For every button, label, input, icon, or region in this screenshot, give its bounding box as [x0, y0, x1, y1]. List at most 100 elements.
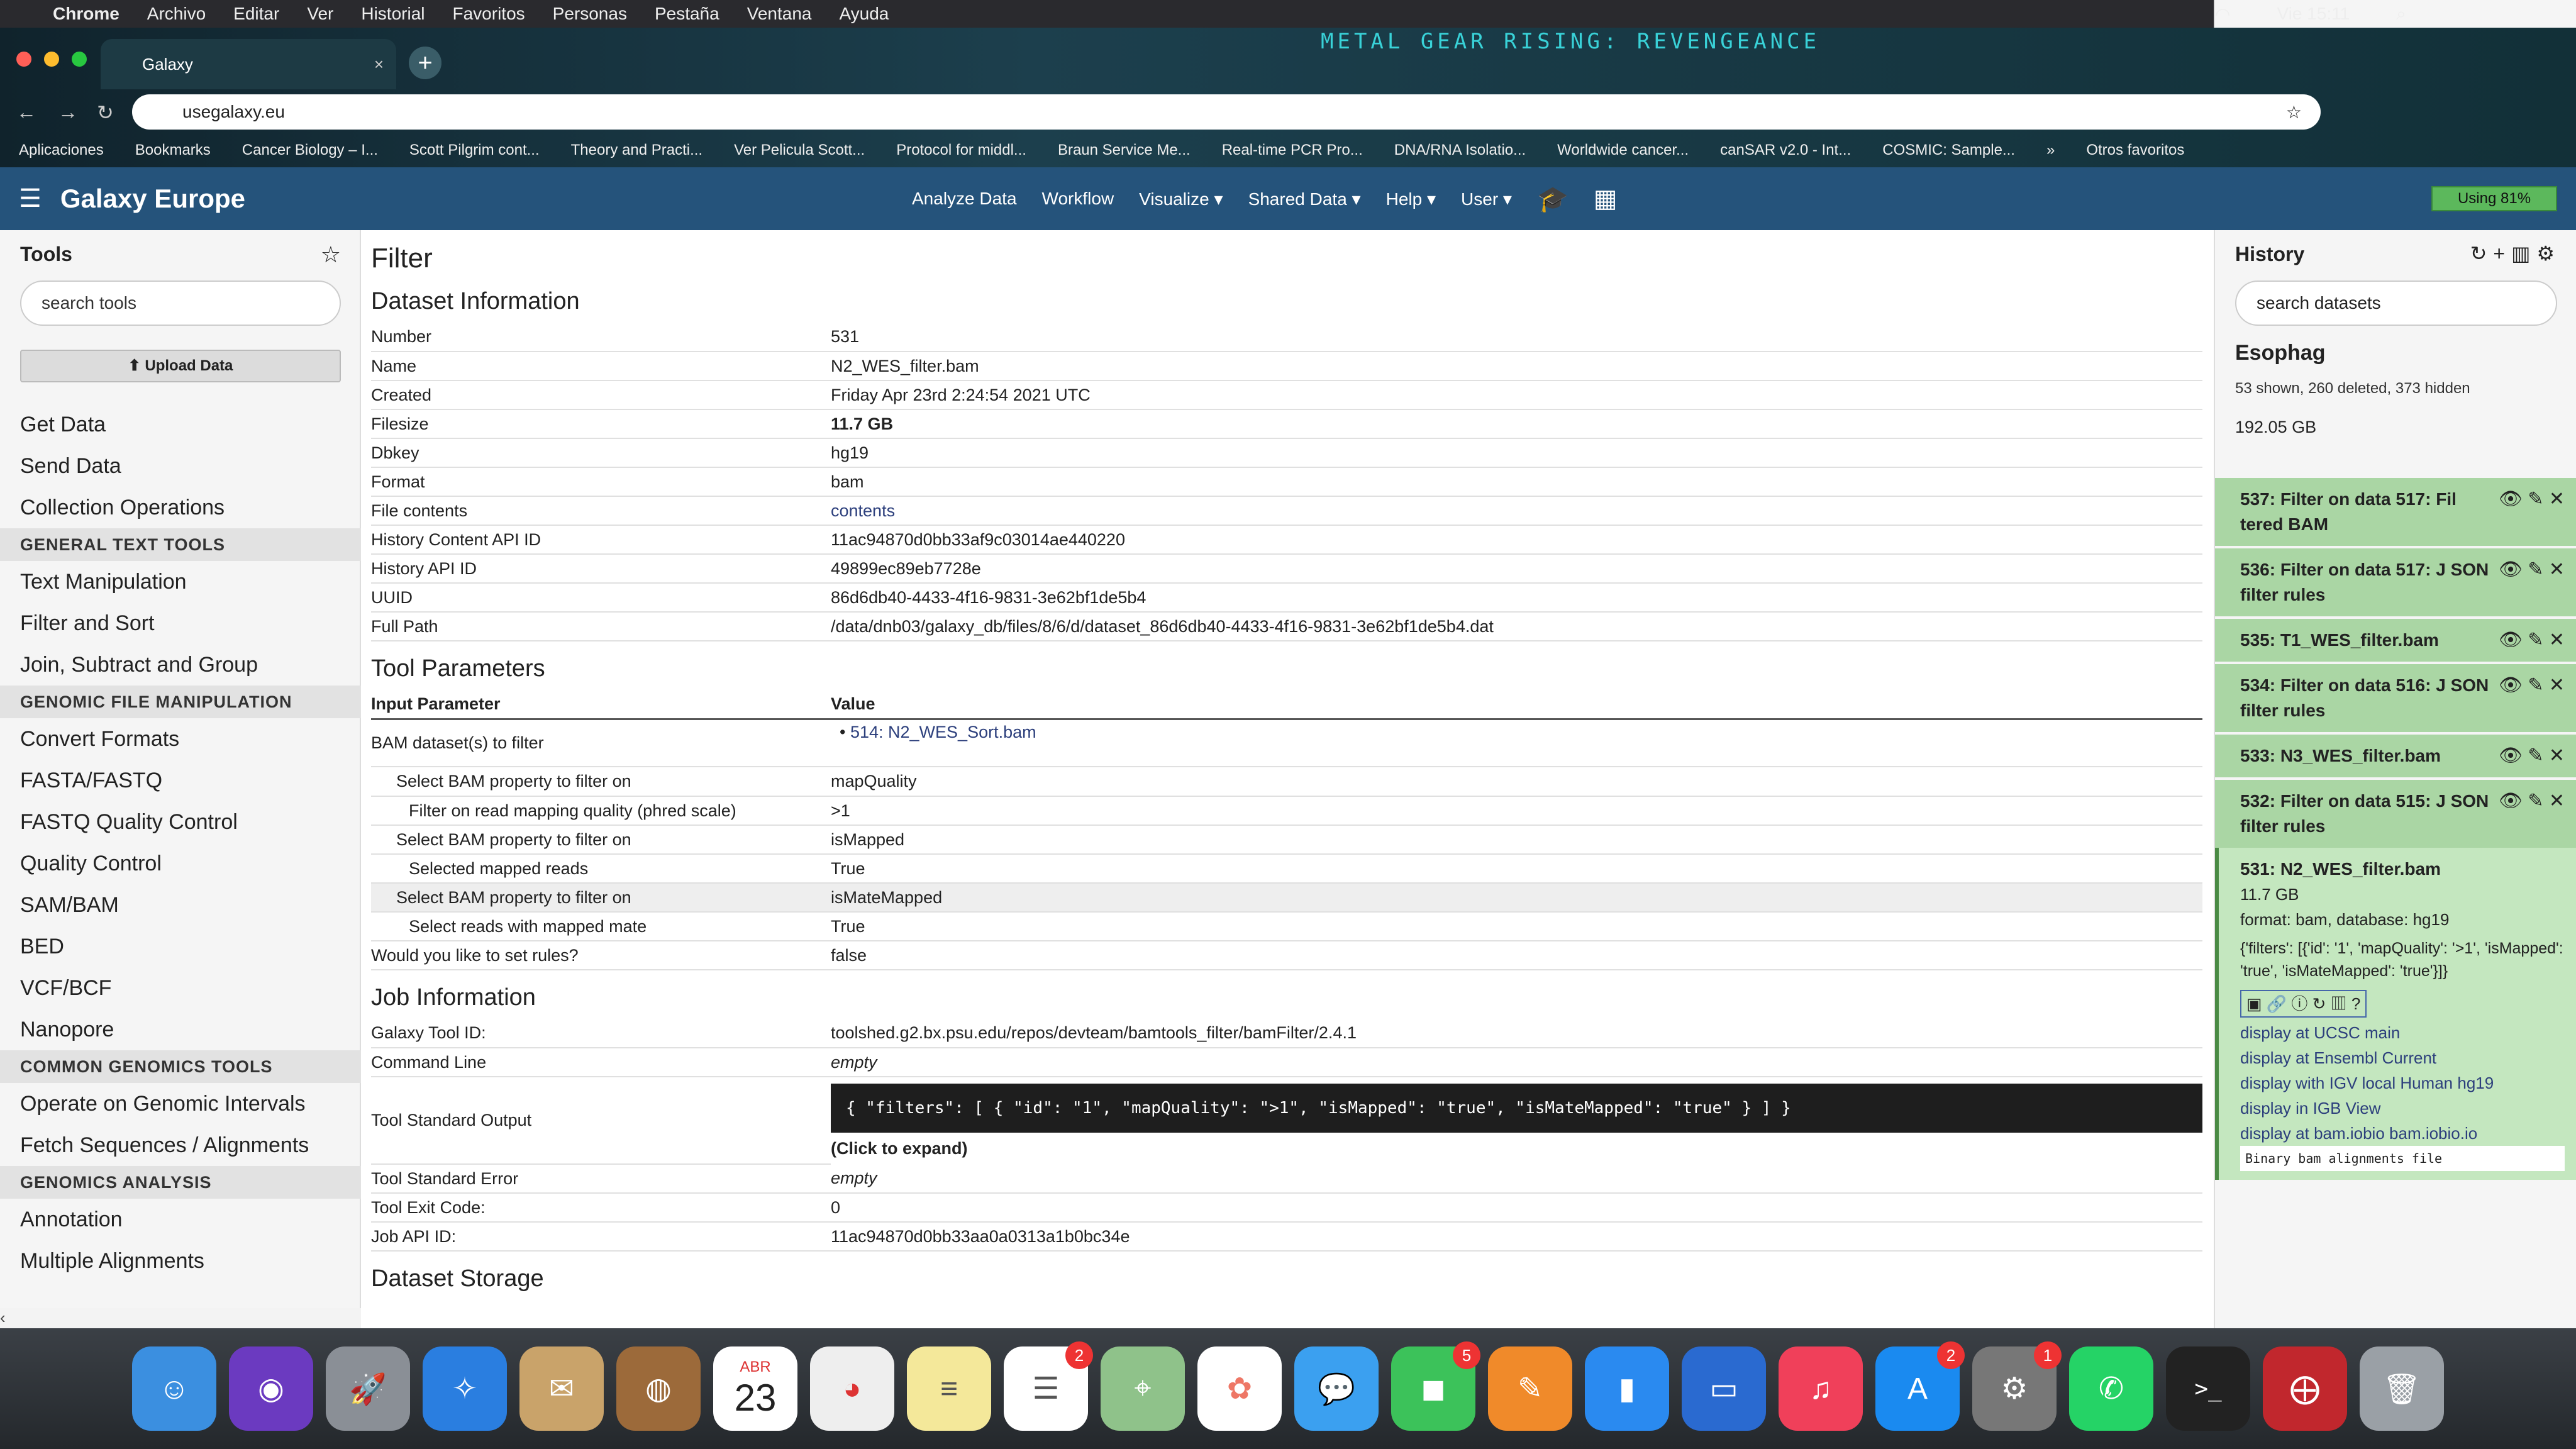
menu-item[interactable]: Personas: [553, 4, 627, 24]
display-link[interactable]: display with IGV local Human hg19: [2240, 1070, 2565, 1096]
search-icon[interactable]: ⌕: [2396, 4, 2406, 25]
bookmark[interactable]: Theory and Practi...: [571, 142, 702, 159]
bookmark[interactable]: COSMIC: Sample...: [1882, 142, 2015, 159]
nav-help[interactable]: Help ▾: [1386, 189, 1436, 209]
close-window-button[interactable]: [16, 52, 31, 67]
dataset-search-input[interactable]: search datasets: [2235, 280, 2557, 326]
bookmark[interactable]: Worldwide cancer...: [1557, 142, 1689, 159]
numbers-icon[interactable]: ▮: [1585, 1346, 1669, 1431]
mail-icon[interactable]: ✉: [519, 1346, 604, 1431]
menu-item[interactable]: Editar: [233, 4, 279, 24]
finder-icon[interactable]: ☺: [132, 1346, 216, 1431]
zoom-window-button[interactable]: [72, 52, 87, 67]
hamburger-menu-icon[interactable]: ☰: [19, 184, 42, 213]
display-link[interactable]: display at UCSC main: [2240, 1020, 2565, 1045]
grid-icon[interactable]: ▦: [1594, 184, 1618, 213]
tool-category[interactable]: Join, Subtract and Group: [0, 644, 361, 686]
tool-category[interactable]: Multiple Alignments: [0, 1240, 361, 1282]
menu-item[interactable]: Ayuda: [839, 4, 889, 24]
app-store-icon[interactable]: A2: [1875, 1341, 1965, 1431]
other-bookmarks[interactable]: Otros favoritos: [2086, 142, 2184, 159]
bookmark-star-icon[interactable]: ☆: [2286, 102, 2302, 123]
history-stats[interactable]: 53 shown, 260 deleted, 373 hidden: [2235, 380, 2470, 397]
graduation-cap-icon[interactable]: 🎓: [1537, 184, 1568, 214]
browser-tab[interactable]: Galaxy ×: [101, 39, 396, 89]
upload-data-button[interactable]: ⬆ Upload Data: [20, 350, 341, 382]
close-tab-icon[interactable]: ×: [374, 55, 384, 74]
more-bookmarks-button[interactable]: »: [2046, 142, 2055, 159]
messages-icon[interactable]: 💬: [1294, 1346, 1379, 1431]
reload-button[interactable]: ↻: [97, 101, 114, 125]
keynote-icon[interactable]: ▭: [1682, 1346, 1766, 1431]
tool-category[interactable]: Nanopore: [0, 1009, 361, 1050]
display-link[interactable]: display at bam.iobio bam.iobio.io: [2240, 1121, 2565, 1146]
tool-category[interactable]: BED: [0, 926, 361, 967]
bookmark[interactable]: canSAR v2.0 - Int...: [1720, 142, 1851, 159]
stdout-block[interactable]: { "filters": [ { "id": "1", "mapQuality"…: [831, 1084, 2202, 1133]
whatsapp-icon[interactable]: ✆: [2069, 1346, 2153, 1431]
tool-panel-scrollbar[interactable]: ‹: [0, 1308, 361, 1328]
bookmark[interactable]: Protocol for middl...: [896, 142, 1026, 159]
dataset-title[interactable]: 536: Filter on data 517: J SON filter ru…: [2240, 560, 2489, 604]
tool-category[interactable]: SAM/BAM: [0, 884, 361, 926]
minimize-window-button[interactable]: [44, 52, 59, 67]
favorites-star-icon[interactable]: ☆: [321, 242, 341, 268]
dataset-actions-icon[interactable]: 👁 ✎ ✕: [2499, 789, 2565, 814]
bookmark[interactable]: Scott Pilgrim cont...: [409, 142, 540, 159]
history-options-icon[interactable]: ↻+▥⚙: [2470, 242, 2561, 265]
history-name[interactable]: Esophag: [2235, 341, 2326, 365]
dataset-title[interactable]: 531: N2_WES_filter.bam: [2240, 857, 2565, 882]
galaxy-brand[interactable]: Galaxy Europe: [60, 184, 245, 214]
nav-user[interactable]: User ▾: [1461, 189, 1512, 209]
menu-item[interactable]: Archivo: [147, 4, 206, 24]
dataset-title[interactable]: 537: Filter on data 517: Fil tered BAM: [2240, 489, 2457, 534]
tool-category[interactable]: Collection Operations: [0, 487, 361, 528]
system-preferences-icon[interactable]: ⚙ 1: [1972, 1341, 2062, 1431]
calendar-icon[interactable]: ABR 23: [713, 1346, 797, 1431]
photos-icon[interactable]: ✿: [1197, 1346, 1282, 1431]
display-link[interactable]: display at Ensembl Current: [2240, 1045, 2565, 1070]
dataset-actions-icon[interactable]: 👁 ✎ ✕: [2499, 628, 2565, 653]
menu-item[interactable]: Historial: [361, 4, 425, 24]
history-dataset[interactable]: 533: N3_WES_filter.bam 👁 ✎ ✕: [2215, 732, 2576, 777]
pages-icon[interactable]: ✎: [1488, 1346, 1572, 1431]
trash-icon[interactable]: 🗑: [2360, 1346, 2444, 1431]
dataset-title[interactable]: 532: Filter on data 515: J SON filter ru…: [2240, 791, 2489, 836]
siri-icon[interactable]: ◉: [229, 1346, 313, 1431]
forward-button[interactable]: →: [58, 101, 78, 124]
tool-category[interactable]: Fetch Sequences / Alignments: [0, 1124, 361, 1166]
safari-icon[interactable]: ✧: [423, 1346, 507, 1431]
tool-category[interactable]: FASTQ Quality Control: [0, 801, 361, 843]
bookmark[interactable]: Braun Service Me...: [1058, 142, 1191, 159]
tool-category[interactable]: Get Data: [0, 404, 361, 445]
tool-category[interactable]: Send Data: [0, 445, 361, 487]
nav-analyze-data[interactable]: Analyze Data: [912, 189, 1017, 209]
facetime-icon[interactable]: ◼ 5: [1391, 1341, 1480, 1431]
nav-workflow[interactable]: Workflow: [1042, 189, 1114, 209]
dataset-actions-icon[interactable]: 👁 ✎ ✕: [2499, 557, 2565, 582]
dataset-title[interactable]: 535: T1_WES_filter.bam: [2240, 630, 2439, 650]
expanded-dataset[interactable]: 531: N2_WES_filter.bam 11.7 GB format: bam…: [2215, 848, 2576, 1180]
music-icon[interactable]: ♫: [1779, 1346, 1863, 1431]
tool-category[interactable]: Quality Control: [0, 843, 361, 884]
history-dataset[interactable]: 535: T1_WES_filter.bam 👁 ✎ ✕: [2215, 616, 2576, 662]
bookmark[interactable]: Cancer Biology – I...: [242, 142, 378, 159]
contacts-icon[interactable]: ◍: [616, 1346, 701, 1431]
bookmark[interactable]: Ver Pelicula Scott...: [734, 142, 865, 159]
tool-category[interactable]: VCF/BCF: [0, 967, 361, 1009]
launchpad-icon[interactable]: 🚀: [326, 1346, 410, 1431]
notes-icon[interactable]: ≡: [907, 1346, 991, 1431]
terminal-icon[interactable]: >_: [2166, 1346, 2250, 1431]
tool-search-input[interactable]: search tools: [20, 280, 341, 326]
history-dataset[interactable]: 536: Filter on data 517: J SON filter ru…: [2215, 546, 2576, 616]
bookmark[interactable]: Real-time PCR Pro...: [1222, 142, 1363, 159]
acrobat-icon[interactable]: ⨁: [2263, 1346, 2347, 1431]
dataset-title[interactable]: 534: Filter on data 516: J SON filter ru…: [2240, 675, 2489, 720]
wifi-icon[interactable]: ◠: [2215, 4, 2230, 25]
quota-meter[interactable]: Using 81%: [2431, 186, 2557, 211]
display-link[interactable]: display in IGB View: [2240, 1096, 2565, 1121]
tool-category[interactable]: Text Manipulation: [0, 561, 361, 602]
dataset-actions-icon[interactable]: 👁 ✎ ✕: [2499, 673, 2565, 698]
bookmark[interactable]: DNA/RNA Isolatio...: [1394, 142, 1526, 159]
menu-item[interactable]: Ventana: [747, 4, 812, 24]
